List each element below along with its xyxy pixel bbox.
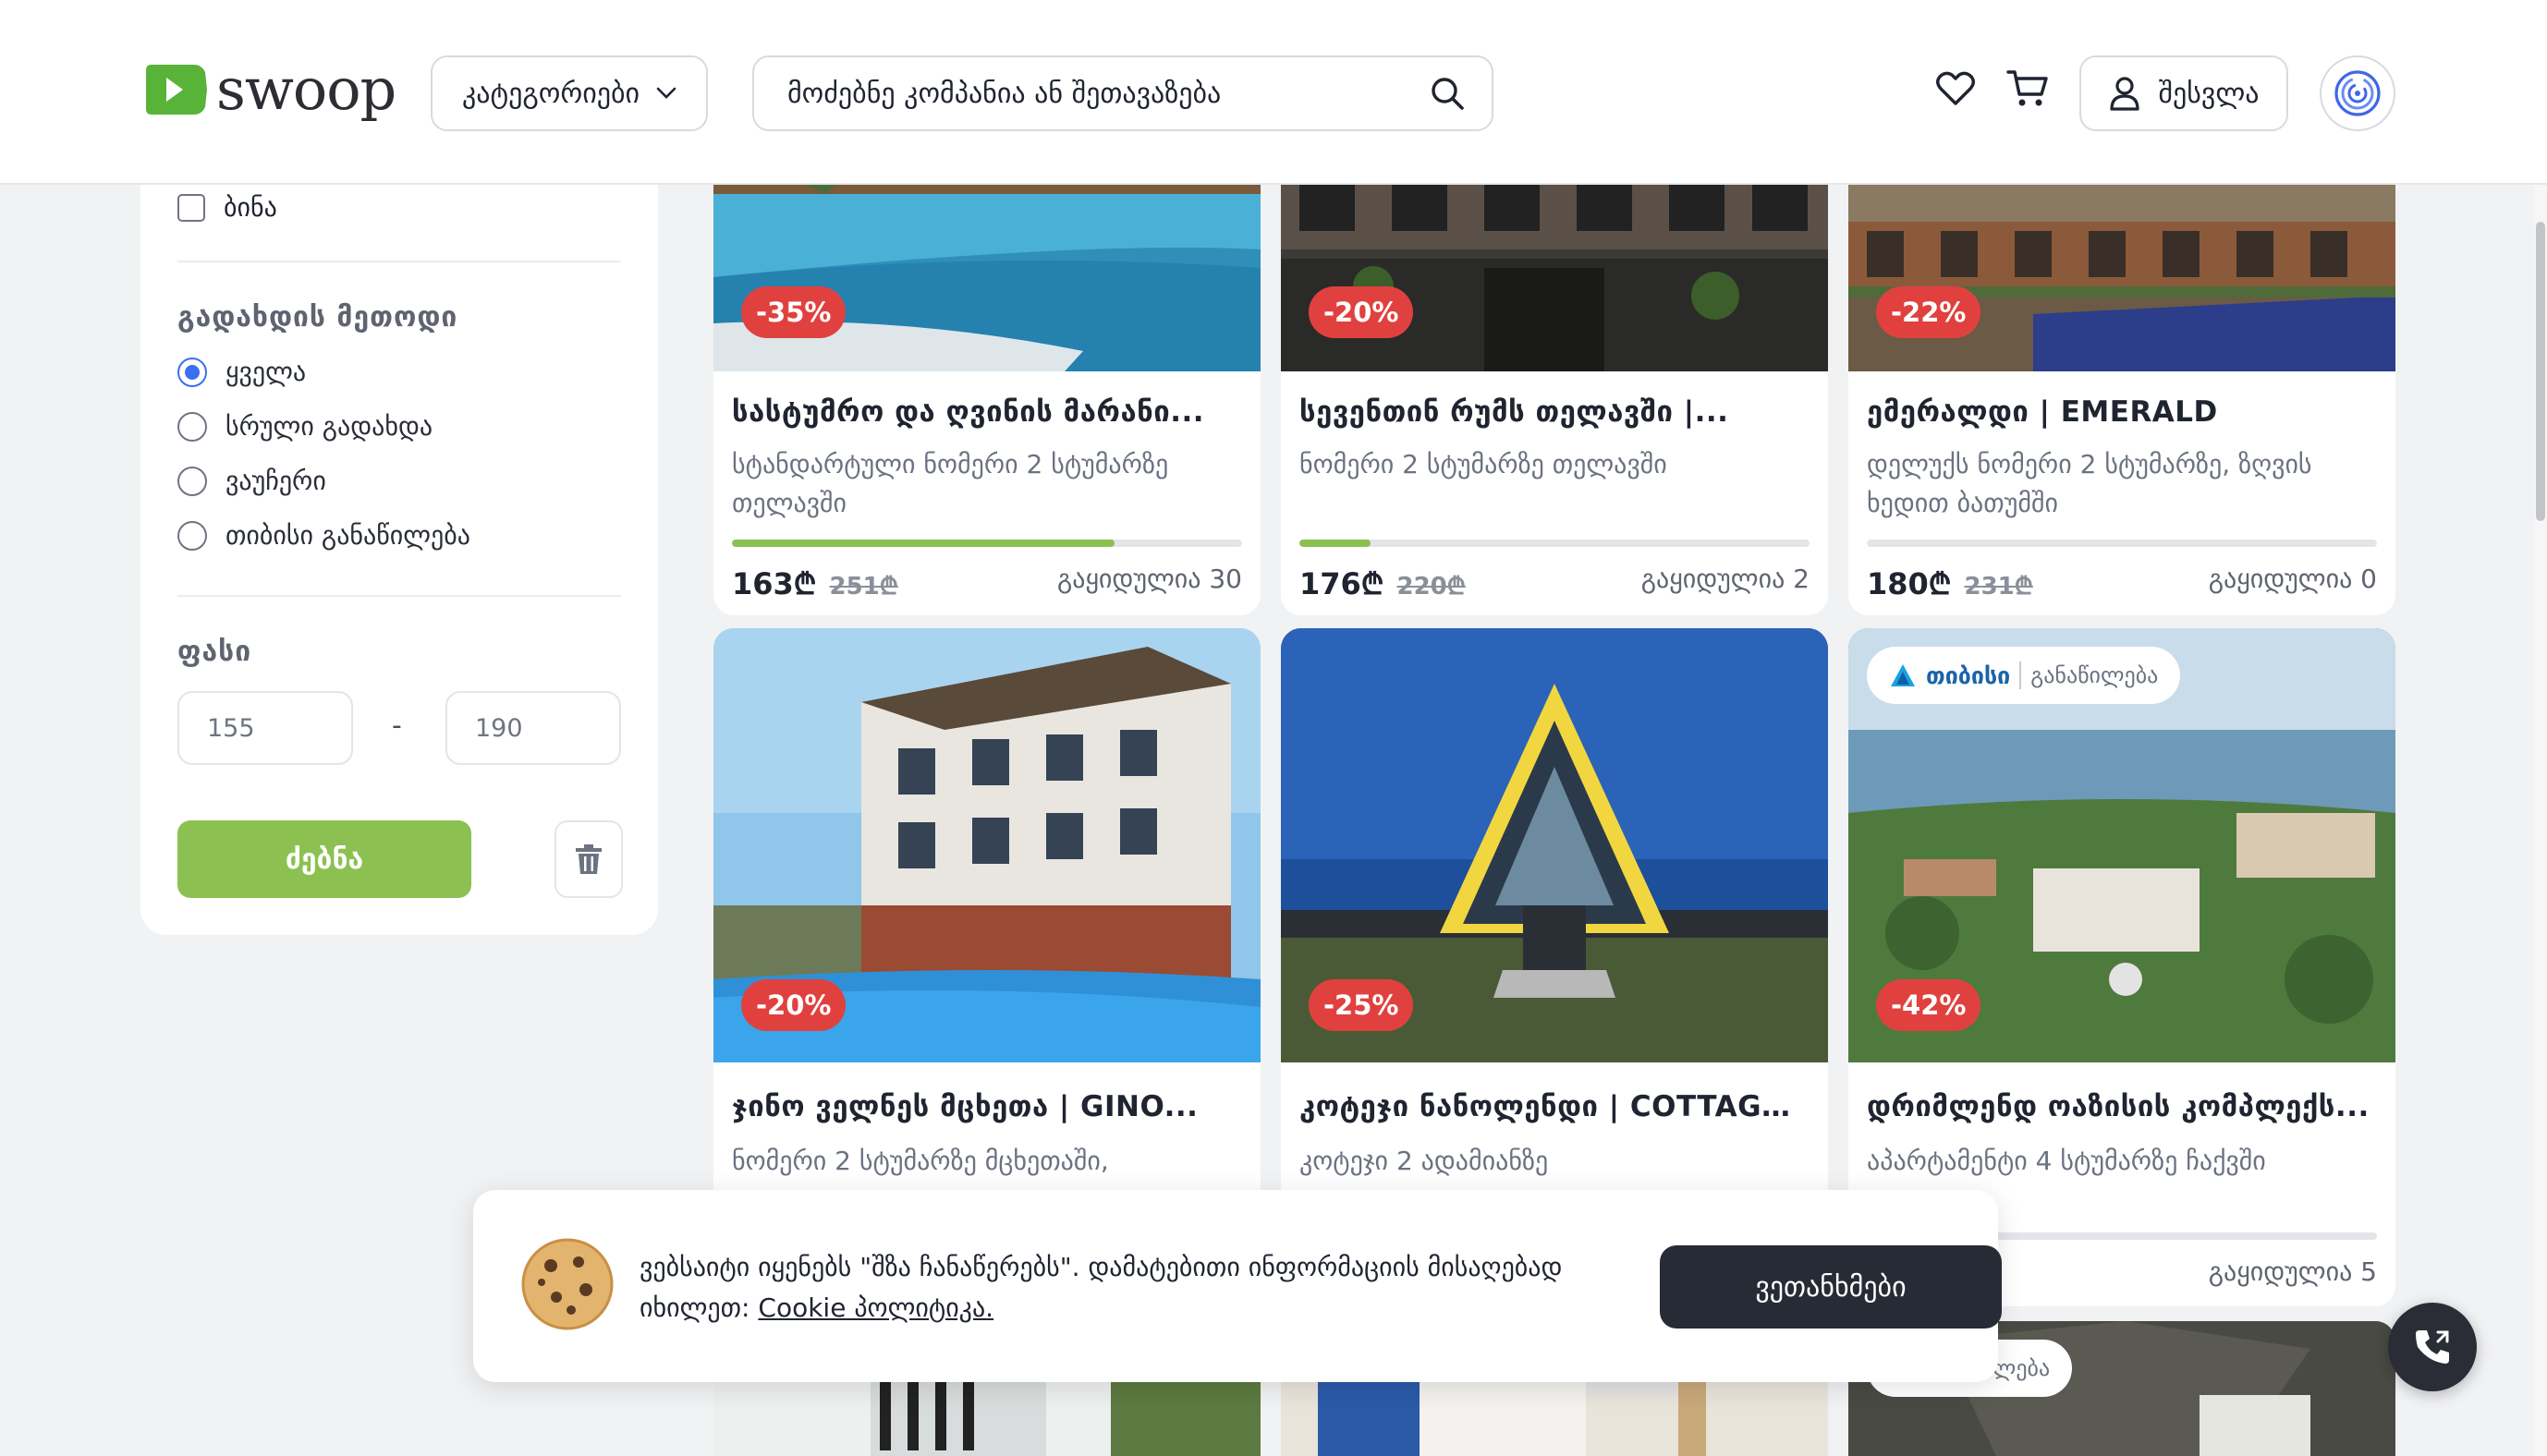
radio-label: ვაუჩერი bbox=[225, 466, 326, 496]
current-price: 176₾ bbox=[1299, 566, 1384, 601]
progress-fill bbox=[1299, 540, 1371, 547]
categories-label: კატეგორიები bbox=[461, 77, 640, 110]
progress-fill bbox=[732, 540, 1115, 547]
offer-title[interactable]: სევენთინ რუმს თელავში |... bbox=[1299, 395, 1810, 429]
old-price: 231₾ bbox=[1964, 573, 2033, 601]
sold-count: გაყიდულია 2 bbox=[1640, 564, 1810, 594]
payment-option-full[interactable]: სრული გადახდა bbox=[177, 411, 433, 442]
login-button[interactable]: შესვლა bbox=[2079, 55, 2288, 131]
offer-title[interactable]: ჯინო ველნეს მცხეთა | GINO... bbox=[732, 1090, 1242, 1123]
chevron-down-icon bbox=[656, 87, 676, 99]
radio[interactable] bbox=[177, 411, 207, 442]
user-icon bbox=[2109, 77, 2139, 111]
payment-option-voucher[interactable]: ვაუჩერი bbox=[177, 466, 326, 496]
radio[interactable] bbox=[177, 466, 207, 496]
price-row: 176₾ 220₾ bbox=[1299, 564, 1466, 603]
cookie-policy-link[interactable]: Cookie პოლიტიკა. bbox=[758, 1292, 993, 1323]
cookie-banner: ვებსაიტი იყენებს "შზა ჩანაწერებს". დამატ… bbox=[473, 1190, 2002, 1382]
price-title: ფასი bbox=[177, 636, 252, 668]
sold-progress-bar bbox=[1867, 540, 2377, 547]
sold-count: გაყიდულია 0 bbox=[2208, 564, 2377, 594]
clear-filters-button[interactable] bbox=[554, 820, 623, 898]
offer-subtitle: ნომერი 2 სტუმარზე თელავში bbox=[1299, 449, 1667, 479]
offer-subtitle: ნომერი 2 სტუმარზე მცხეთაში, bbox=[732, 1146, 1109, 1176]
search-input[interactable] bbox=[787, 77, 1429, 110]
payment-option-tbc-installment[interactable]: თიბისი განაწილება bbox=[177, 520, 470, 551]
radio-label: ყველა bbox=[225, 357, 307, 387]
filter-sidebar: ბინა გადახდის მეთოდი ყველა სრული გადახდა… bbox=[140, 139, 658, 935]
phone-icon bbox=[2416, 1330, 2449, 1364]
search-bar bbox=[752, 55, 1493, 131]
badge-separator bbox=[2019, 661, 2022, 689]
divider bbox=[177, 261, 621, 262]
logo-mark-icon bbox=[146, 65, 207, 115]
swoop-id-button[interactable] bbox=[2320, 55, 2395, 131]
cookie-icon bbox=[521, 1238, 614, 1330]
sold-count: გაყიდულია 5 bbox=[2208, 1256, 2377, 1287]
fingerprint-icon bbox=[2334, 70, 2381, 116]
sold-progress-bar bbox=[1299, 540, 1810, 547]
radio[interactable] bbox=[177, 520, 207, 551]
old-price: 251₾ bbox=[829, 573, 898, 601]
radio-label: თიბისი განაწილება bbox=[225, 520, 470, 551]
price-max-input[interactable]: 190 bbox=[445, 691, 621, 765]
search-icon[interactable] bbox=[1429, 75, 1466, 112]
tbc-logo-icon bbox=[1891, 664, 1915, 686]
radio-selected[interactable] bbox=[177, 357, 207, 387]
checkbox[interactable] bbox=[177, 193, 205, 222]
offer-card[interactable]: -22% ემერალდი | EMERALD დელუქს ნომერი 2 … bbox=[1848, 139, 2395, 615]
payment-method-title: გადახდის მეთოდი bbox=[177, 301, 458, 334]
offer-title[interactable]: სასტუმრო და ღვინის მარანი... bbox=[732, 395, 1242, 429]
price-separator: - bbox=[392, 710, 402, 742]
offer-title[interactable]: ემერალდი | EMERALD bbox=[1867, 395, 2377, 429]
offer-title[interactable]: დრიმლენდ ოაზისის კომპლექს... bbox=[1867, 1090, 2377, 1123]
discount-badge: -20% bbox=[741, 979, 847, 1031]
offer-subtitle: სტანდარტული ნომერი 2 სტუმარზე თელავში bbox=[732, 449, 1169, 518]
offer-card[interactable]: -20% სევენთინ რუმს თელავში |... ნომერი 2… bbox=[1281, 139, 1828, 615]
tbc-label: განაწილება bbox=[2030, 662, 2159, 688]
tbc-installment-badge: თიბისი განაწილება bbox=[1867, 647, 2181, 704]
login-label: შესვლა bbox=[2158, 77, 2260, 110]
cookie-message: ვებსაიტი იყენებს "შზა ჩანაწერებს". დამატ… bbox=[640, 1247, 1573, 1329]
call-button[interactable] bbox=[2388, 1303, 2477, 1391]
sold-count: გაყიდულია 30 bbox=[1056, 564, 1242, 594]
filter-apartment[interactable]: ბინა bbox=[177, 192, 277, 223]
cart-icon[interactable] bbox=[2004, 65, 2052, 113]
sold-progress-bar bbox=[732, 540, 1242, 547]
accept-cookies-button[interactable]: ვეთანხმები bbox=[1660, 1245, 2002, 1329]
price-min-input[interactable]: 155 bbox=[177, 691, 353, 765]
divider bbox=[177, 595, 621, 597]
offer-subtitle: აპარტამენტი 4 სტუმარზე ჩაქვში bbox=[1867, 1146, 2266, 1176]
tbc-name: თიბისი bbox=[1926, 661, 2011, 689]
header: swoop კატეგორიები შესვლა bbox=[0, 0, 2547, 185]
current-price: 163₾ bbox=[732, 566, 817, 601]
trash-icon bbox=[576, 844, 602, 874]
old-price: 220₾ bbox=[1396, 573, 1466, 601]
payment-option-all[interactable]: ყველა bbox=[177, 357, 306, 387]
filter-search-button[interactable]: ძებნა bbox=[177, 820, 471, 898]
categories-dropdown[interactable]: კატეგორიები bbox=[431, 55, 708, 131]
discount-badge: -25% bbox=[1309, 979, 1414, 1031]
discount-badge: -22% bbox=[1876, 286, 1981, 338]
heart-icon[interactable] bbox=[1932, 65, 1980, 113]
scrollbar-thumb[interactable] bbox=[2536, 222, 2545, 521]
offer-card[interactable]: -35% სასტუმრო და ღვინის მარანი... სტანდა… bbox=[713, 139, 1261, 615]
logo-text: swoop bbox=[216, 55, 396, 123]
radio-label: სრული გადახდა bbox=[225, 411, 433, 442]
swoop-logo[interactable]: swoop bbox=[140, 61, 396, 118]
offer-title[interactable]: კოტეჯი ნანოლენდი | COTTAGE... bbox=[1299, 1090, 1810, 1123]
discount-badge: -42% bbox=[1876, 979, 1981, 1031]
price-row: 180₾ 231₾ bbox=[1867, 564, 2033, 603]
checkbox-label: ბინა bbox=[224, 192, 277, 223]
price-row: 163₾ 251₾ bbox=[732, 564, 898, 603]
discount-badge: -35% bbox=[741, 286, 847, 338]
discount-badge: -20% bbox=[1309, 286, 1414, 338]
current-price: 180₾ bbox=[1867, 566, 1952, 601]
offer-subtitle: კოტეჯი 2 ადამიანზე bbox=[1299, 1146, 1549, 1176]
offer-subtitle: დელუქს ნომერი 2 სტუმარზე, ზღვის ხედით ბა… bbox=[1867, 449, 2312, 518]
